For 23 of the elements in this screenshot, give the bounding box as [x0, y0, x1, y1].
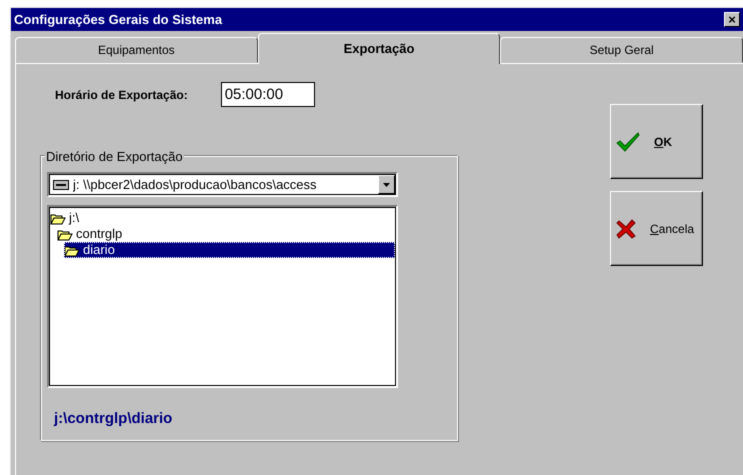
ok-button[interactable]: OK [610, 104, 703, 179]
dropdown-arrow-button[interactable] [378, 175, 395, 194]
cancel-button[interactable]: Cancela [610, 191, 703, 266]
folder-item[interactable]: contrglp [57, 226, 124, 242]
caret-icon [383, 182, 390, 186]
time-label: Horário de Exportação: [55, 86, 188, 104]
time-field[interactable]: 05:00:00 [220, 82, 315, 107]
selected-path: j:\contrglp\diario [54, 409, 174, 429]
drive-icon [53, 180, 69, 190]
window-title: Configurações Gerais do Sistema [14, 10, 222, 29]
tab[interactable]: Equipamentos [15, 37, 258, 63]
drive-path: j: \\pbcer2\dados\producao\bancos\access [73, 176, 318, 194]
folder-icon [64, 244, 80, 256]
close-button[interactable]: × [724, 12, 740, 27]
checkmark-icon [616, 132, 640, 152]
folder-icon [50, 212, 66, 224]
folder-item[interactable]: j:\ [50, 210, 82, 226]
close-x-icon [616, 218, 636, 238]
folder-icon [57, 228, 73, 240]
tab[interactable]: Exportação [258, 33, 500, 64]
folder-item[interactable]: diario [64, 242, 395, 258]
tab[interactable]: Setup Geral [500, 37, 743, 63]
drive-dropdown[interactable]: j: \\pbcer2\dados\producao\bancos\access [47, 172, 398, 197]
